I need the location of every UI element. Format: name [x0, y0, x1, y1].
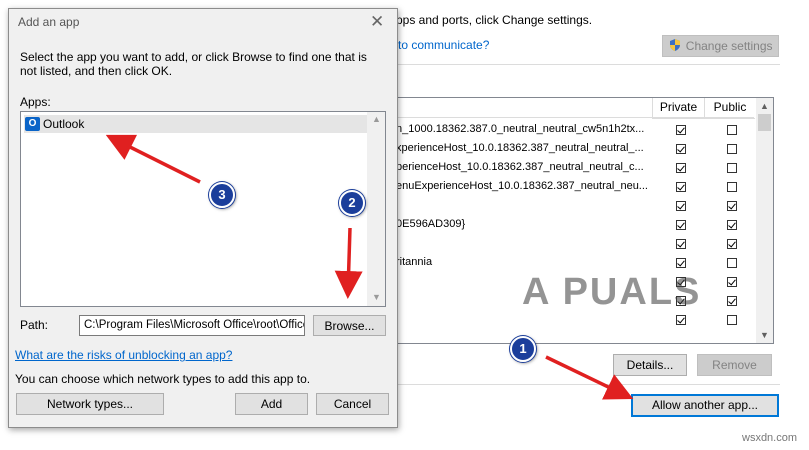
- arrow-to-outlook: [105, 134, 201, 184]
- arrow-to-browse: [334, 227, 363, 299]
- callout-2-badge: 2: [339, 190, 365, 216]
- annotation-overlay: [105, 134, 634, 400]
- callout-3-badge: 3: [209, 182, 235, 208]
- callout-1-badge: 1: [510, 336, 536, 362]
- arrow-to-allow-another-app: [545, 355, 634, 400]
- footer-strip: wsxdn.com: [0, 432, 809, 450]
- site-footer: wsxdn.com: [742, 432, 798, 444]
